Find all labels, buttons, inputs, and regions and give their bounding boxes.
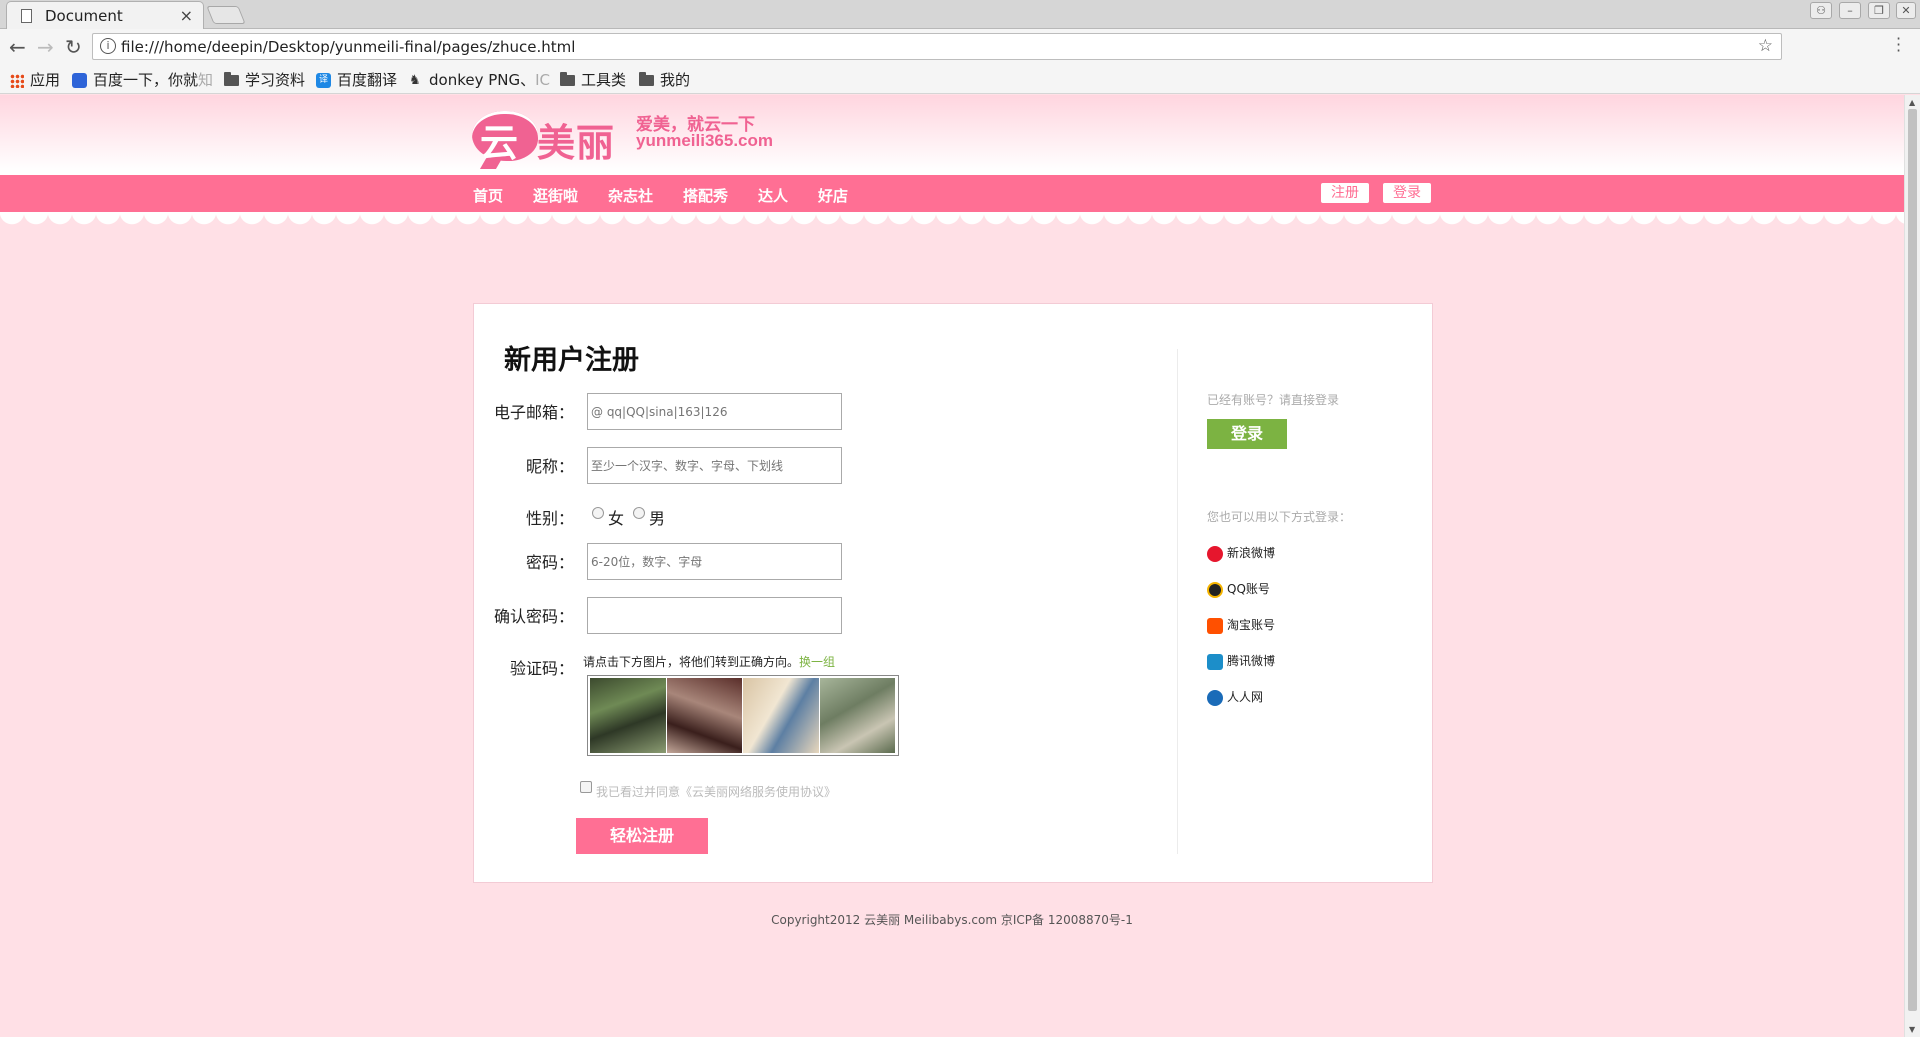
gender-female-radio[interactable] [592,507,604,519]
bookmark-mine[interactable]: 我的 [639,69,690,90]
login-qq[interactable]: QQ账号 [1207,580,1270,598]
browser-menu-icon[interactable]: · · · [1896,31,1901,59]
close-window-button[interactable]: ✕ [1896,2,1916,19]
have-account-hint: 已经有账号？请直接登录 [1207,393,1340,407]
tab-close-icon[interactable]: × [180,6,193,25]
page-title: 新用户注册 [504,345,639,376]
scroll-up-icon[interactable]: ▲ [1909,98,1915,107]
tencent-weibo-icon [1207,653,1223,670]
folder-icon [639,72,654,86]
minimize-button[interactable]: – [1839,2,1861,19]
bookmark-baidu[interactable]: 百度一下，你就知 [72,69,213,90]
new-tab-button[interactable] [206,6,246,24]
bookmark-study[interactable]: 学习资料 [224,69,305,90]
nav-shopping[interactable]: 逛街啦 [533,185,578,206]
captcha-images [587,675,899,756]
gender-male-radio[interactable] [633,507,645,519]
tab-title: Document [45,7,123,25]
site-domain: yunmeili365.com [636,131,774,150]
apps-icon [10,73,24,88]
gender-male-label: 男 [649,509,666,528]
login-renren[interactable]: 人人网 [1207,688,1263,706]
folder-icon [560,72,575,86]
donkey-icon: ♞ [409,73,421,88]
captcha-image-4[interactable] [819,678,895,753]
main-nav: 首页 逛街啦 杂志社 搭配秀 达人 好店 注册 登录 [0,175,1904,213]
scroll-down-icon[interactable]: ▼ [1909,1025,1915,1034]
translate-icon: 译 [316,73,331,88]
email-field[interactable] [587,393,842,430]
agreement-checkbox[interactable] [580,781,592,793]
captcha-image-2[interactable] [666,678,742,753]
captcha-hint: 请点击下方图片，将他们转到正确方向。换一组 [583,655,836,669]
side-login-button[interactable]: 登录 [1207,419,1287,449]
bookmark-star-icon[interactable]: ☆ [1758,36,1773,56]
email-label: 电子邮箱： [493,403,574,422]
password-label: 密码： [525,553,574,572]
agreement-text[interactable]: 我已看过并同意《云美丽网络服务使用协议》 [596,783,836,800]
login-sina-weibo[interactable]: 新浪微博 [1207,544,1275,562]
password-field[interactable] [587,543,842,580]
captcha-change-link[interactable]: 换一组 [799,655,835,669]
scroll-thumb[interactable] [1908,109,1917,1011]
maximize-button[interactable]: ❐ [1868,2,1890,19]
captcha-image-1[interactable] [590,678,666,753]
footer-copyright: Copyright2012 云美丽 Meilibabys.com 京ICP备 1… [771,913,1133,927]
confirm-password-label: 确认密码： [493,607,574,626]
login-button[interactable]: 登录 [1383,183,1431,203]
weibo-icon [1207,545,1223,562]
page-scrollbar[interactable]: ▲ ▼ [1904,95,1920,1037]
back-button[interactable]: ← [9,35,26,59]
alt-login-hint: 您也可以用以下方式登录： [1207,510,1352,524]
bookmark-tools[interactable]: 工具类 [560,69,626,90]
nav-outfits[interactable]: 搭配秀 [683,185,728,206]
gender-female-label: 女 [608,509,625,528]
register-button[interactable]: 注册 [1321,183,1369,203]
nav-magazine[interactable]: 杂志社 [608,185,653,206]
nav-home[interactable]: 首页 [473,185,503,206]
nickname-label: 昵称： [525,457,574,476]
bookmark-apps[interactable]: 应用 [10,69,60,90]
logo-char: 云 [480,120,519,165]
site-header: 云 美丽 爱美，就云一下 yunmeili365.com [0,95,1904,175]
gender-label: 性别： [525,509,574,528]
url-input[interactable]: i file:///home/deepin/Desktop/yunmeili-f… [92,33,1782,60]
scallop-border [0,212,1904,234]
bookmark-donkey[interactable]: ♞ donkey PNG、IC [409,69,550,90]
renren-icon [1207,689,1223,706]
address-bar-row: ← → ↻ i file:///home/deepin/Desktop/yunm… [0,29,1920,64]
profile-button[interactable]: ⚇ [1810,2,1832,19]
bookmarks-bar: 应用 百度一下，你就知 学习资料 译百度翻译 ♞ donkey PNG、IC 工具… [0,64,1920,94]
qq-icon [1207,581,1223,598]
url-text: file:///home/deepin/Desktop/yunmeili-fin… [121,38,576,56]
taobao-icon [1207,617,1223,634]
nav-experts[interactable]: 达人 [758,185,788,206]
browser-tab[interactable]: Document × [6,1,204,29]
document-icon [21,9,32,23]
register-card: 新用户注册 电子邮箱： 昵称： 性别： 女 男 密码： 确认密码： 验证码： 请… [473,303,1433,883]
captcha-label: 验证码： [509,659,574,678]
nickname-field[interactable] [587,447,842,484]
confirm-password-field[interactable] [587,597,842,634]
captcha-image-3[interactable] [743,678,819,753]
info-icon[interactable]: i [100,38,116,54]
folder-icon [224,72,239,86]
bookmark-translate[interactable]: 译百度翻译 [316,69,397,90]
submit-register-button[interactable]: 轻松注册 [576,818,708,854]
reload-button[interactable]: ↻ [65,35,82,59]
login-tencent-weibo[interactable]: 腾讯微博 [1207,652,1275,670]
login-taobao[interactable]: 淘宝账号 [1207,616,1275,634]
nav-shops[interactable]: 好店 [818,185,848,206]
logo-text[interactable]: 美丽 [537,112,615,167]
baidu-icon [72,73,87,88]
browser-tab-strip: Document × ⚇ – ❐ ✕ [0,0,1920,29]
card-divider [1177,349,1178,854]
forward-button[interactable]: → [37,35,54,59]
